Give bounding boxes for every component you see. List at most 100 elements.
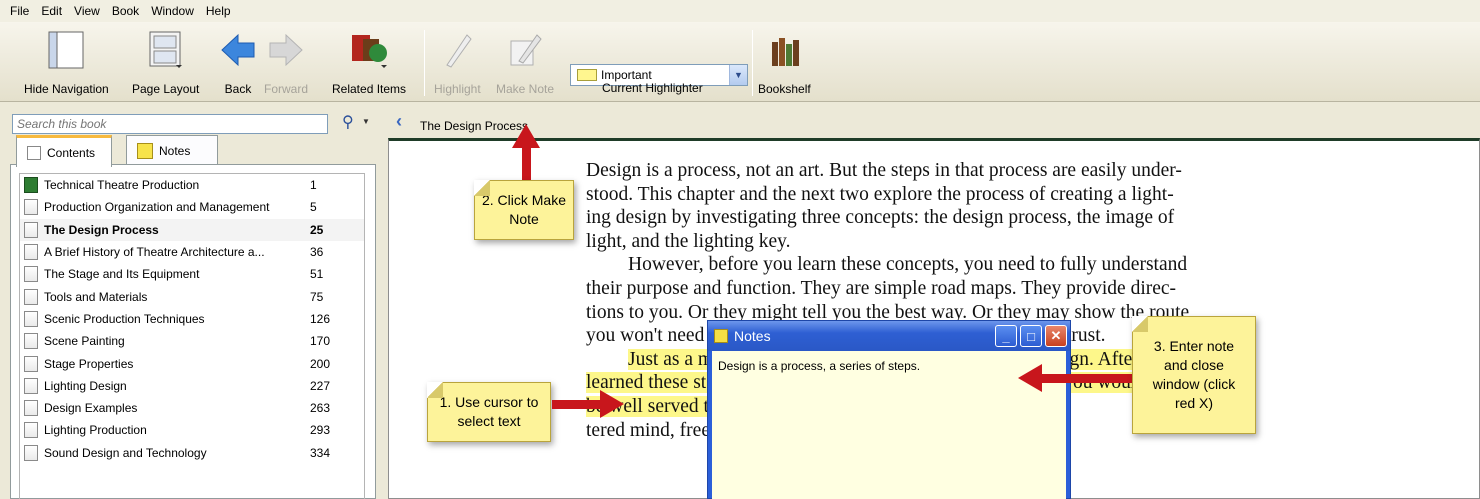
maximize-button[interactable]: □	[1020, 325, 1042, 347]
toc-item[interactable]: Technical Theatre Production 1	[20, 174, 364, 196]
page-layout-icon	[146, 30, 186, 70]
book-icon	[24, 177, 38, 194]
toc-item-title: Sound Design and Technology	[44, 445, 207, 460]
document-icon	[24, 244, 38, 261]
text-line: However, before you learn these concepts…	[628, 254, 1188, 276]
bookshelf-icon	[764, 30, 804, 70]
toc-item-title: The Stage and Its Equipment	[44, 267, 200, 282]
make-note-button[interactable]: Make Note	[496, 30, 554, 96]
callout-select-text: 1. Use cursor to select text	[427, 382, 551, 442]
callout-enter-note: 3. Enter note and close window (click re…	[1132, 316, 1256, 434]
toc-item-page: 126	[310, 311, 331, 326]
arrow-right-icon	[600, 390, 624, 418]
callout-make-note: 2. Click Make Note	[474, 180, 574, 240]
toc-item[interactable]: Design Examples 263	[20, 397, 364, 419]
tab-contents[interactable]: Contents	[16, 135, 112, 167]
table-of-contents: Technical Theatre Production 1 Production …	[19, 173, 365, 499]
toc-item[interactable]: Lighting Design 227	[20, 375, 364, 397]
document-icon	[24, 221, 38, 238]
document-icon	[24, 377, 38, 394]
toc-item[interactable]: The Design Process 25	[20, 218, 364, 241]
highlight-color-swatch	[577, 69, 597, 81]
toc-item-page: 170	[310, 334, 331, 349]
toc-item-title: A Brief History of Theatre Architecture …	[44, 245, 265, 260]
toc-item-page: 263	[310, 401, 331, 416]
toc-item-page: 334	[310, 445, 331, 460]
note-pen-icon	[505, 30, 545, 70]
back-button[interactable]: Back	[218, 30, 258, 96]
menu-view[interactable]: View	[68, 4, 106, 18]
forward-arrow-icon	[266, 30, 306, 70]
forward-button[interactable]: Forward	[264, 30, 308, 96]
toc-item-page: 293	[310, 423, 331, 438]
text-line: their purpose and function. They are sim…	[586, 277, 1177, 299]
menu-window[interactable]: Window	[145, 4, 200, 18]
document-icon	[24, 400, 38, 417]
toc-item-page: 1	[310, 178, 317, 193]
highlighter-pen-icon	[437, 30, 477, 70]
search-icon[interactable]: ⚲	[342, 112, 354, 132]
tab-notes[interactable]: Notes	[126, 135, 218, 165]
toc-item-title: Lighting Design	[44, 378, 127, 393]
toc-item-title: The Design Process	[44, 222, 159, 237]
toc-item[interactable]: The Stage and Its Equipment 51	[20, 263, 364, 285]
document-icon	[24, 310, 38, 327]
toc-item-title: Stage Properties	[44, 356, 134, 371]
toolbar-separator	[424, 30, 425, 96]
menu-file[interactable]: File	[4, 4, 35, 18]
note-textarea[interactable]: Design is a process, a series of steps.	[712, 351, 1066, 499]
close-button[interactable]: ✕	[1045, 325, 1067, 347]
search-bar: ⚲ ▼ ‹ The Design Process	[0, 103, 1480, 137]
notes-window: Notes _ □ ✕ Design is a process, a serie…	[707, 320, 1071, 499]
toc-item-title: Scene Painting	[44, 334, 125, 349]
toc-item-title: Tools and Materials	[44, 289, 148, 304]
menu-book[interactable]: Book	[106, 4, 145, 18]
contents-panel: Technical Theatre Production 1 Production …	[10, 164, 376, 499]
text-line: Design is a process, not an art. But the…	[586, 160, 1182, 181]
toc-item-page: 36	[310, 245, 324, 260]
note-icon	[137, 142, 153, 159]
document-icon	[24, 444, 38, 461]
menu-edit[interactable]: Edit	[35, 4, 68, 18]
toc-item[interactable]: Lighting Production 293	[20, 419, 364, 441]
arrow-line	[1040, 374, 1136, 383]
toc-item[interactable]: Scenic Production Techniques 126	[20, 308, 364, 330]
toc-item[interactable]: A Brief History of Theatre Architecture …	[20, 241, 364, 263]
page-layout-button[interactable]: Page Layout	[132, 30, 199, 96]
document-icon	[24, 199, 38, 216]
toc-item-title: Technical Theatre Production	[44, 178, 200, 193]
highlight-button[interactable]: Highlight	[434, 30, 481, 96]
toc-item-page: 51	[310, 267, 324, 282]
toc-item[interactable]: Sound Design and Technology 334	[20, 442, 364, 464]
notes-title-bar[interactable]: Notes _ □ ✕	[708, 321, 1070, 351]
arrow-up-icon	[512, 124, 540, 148]
related-items-button[interactable]: Related Items	[332, 30, 406, 96]
toc-item[interactable]: Production Organization and Management 5	[20, 196, 364, 218]
arrow-line	[522, 146, 531, 182]
text-line: light, and the lighting key.	[586, 230, 791, 252]
text-line: ing design by investigating three concep…	[586, 207, 1175, 229]
toc-item[interactable]: Stage Properties 200	[20, 352, 364, 374]
arrow-line	[552, 400, 602, 409]
hide-navigation-button[interactable]: Hide Navigation	[24, 30, 109, 96]
panel-icon	[46, 30, 86, 70]
contents-icon	[27, 145, 41, 160]
toolbar: Hide Navigation Page Layout Back Forward…	[0, 22, 1480, 102]
document-icon	[24, 355, 38, 372]
minimize-button[interactable]: _	[995, 325, 1017, 347]
chevron-left-icon[interactable]: ‹	[396, 111, 402, 132]
menu-help[interactable]: Help	[200, 4, 237, 18]
search-input[interactable]	[12, 114, 328, 134]
navigation-panel: Contents Notes Technical Theatre Product…	[10, 135, 376, 499]
toc-item-title: Lighting Production	[44, 423, 147, 438]
text-line: stood. This chapter and the next two exp…	[586, 183, 1174, 205]
chevron-down-icon[interactable]: ▼	[729, 65, 747, 85]
back-arrow-icon	[218, 30, 258, 70]
toc-item-page: 200	[310, 356, 331, 371]
toc-item[interactable]: Tools and Materials 75	[20, 285, 364, 307]
related-items-icon	[349, 30, 389, 70]
bookshelf-button[interactable]: Bookshelf	[758, 30, 811, 96]
toolbar-separator	[752, 30, 753, 96]
chevron-down-icon[interactable]: ▼	[362, 117, 370, 126]
toc-item[interactable]: Scene Painting 170	[20, 330, 364, 352]
